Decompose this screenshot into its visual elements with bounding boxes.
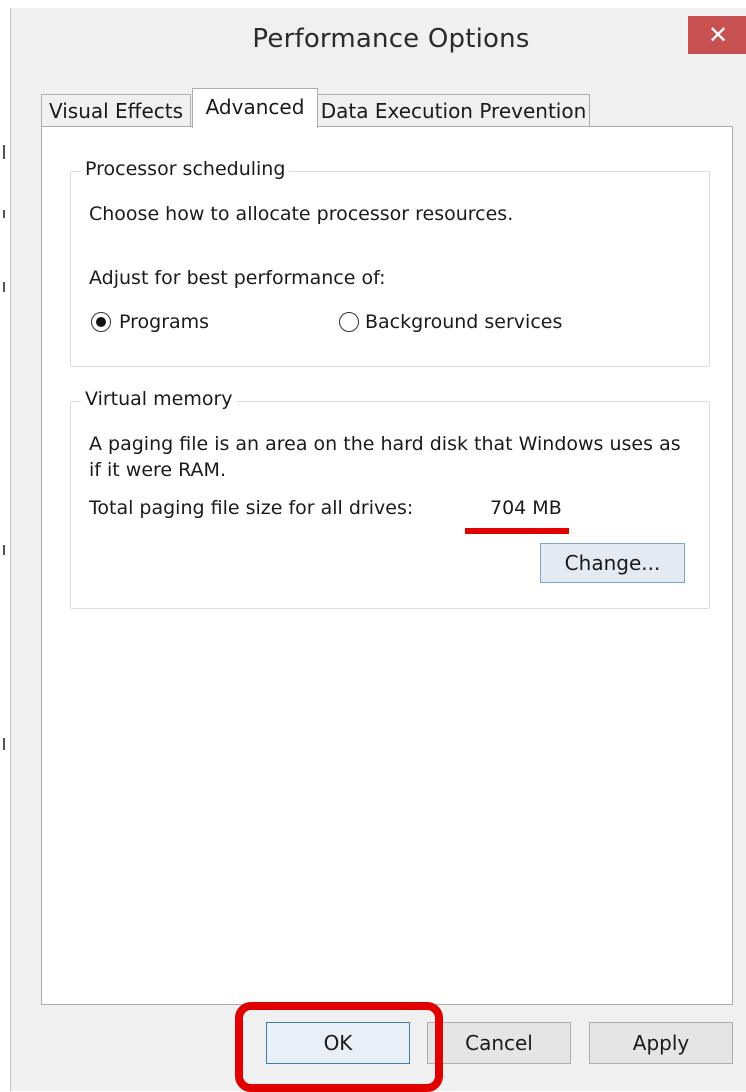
edge-mark (3, 210, 5, 218)
tab-label: Advanced (205, 95, 305, 119)
close-button[interactable]: ✕ (688, 16, 746, 54)
processor-scheduling-legend: Processor scheduling (81, 158, 290, 180)
performance-options-dialog: Performance Options ✕ Visual Effects Adv… (10, 8, 746, 1092)
title-bar[interactable]: Performance Options ✕ (11, 8, 746, 70)
edge-mark (3, 145, 5, 159)
radio-selected-dot (96, 317, 106, 327)
close-icon: ✕ (707, 21, 729, 49)
cancel-button[interactable]: Cancel (427, 1022, 571, 1064)
total-paging-size-label: Total paging file size for all drives: (89, 497, 414, 519)
radio-programs[interactable]: Programs (89, 309, 239, 335)
annotation-underline (465, 528, 569, 534)
tab-advanced[interactable]: Advanced (192, 88, 318, 128)
radio-programs-button[interactable] (91, 312, 111, 332)
edge-mark (3, 282, 5, 292)
annotation-highlight-box (235, 1002, 443, 1092)
apply-button[interactable]: Apply (589, 1022, 733, 1064)
apply-button-label: Apply (632, 1031, 690, 1055)
radio-background-services-button[interactable] (339, 312, 359, 332)
tab-label: Visual Effects (48, 99, 184, 123)
change-button-label: Change... (564, 551, 661, 575)
tab-visual-effects[interactable]: Visual Effects (41, 94, 191, 128)
cancel-button-label: Cancel (465, 1031, 533, 1055)
tab-data-execution-prevention[interactable]: Data Execution Prevention (317, 94, 590, 128)
processor-scheduling-description: Choose how to allocate processor resourc… (89, 203, 514, 225)
change-button[interactable]: Change... (540, 543, 685, 583)
advanced-tab-panel: Processor scheduling Choose how to alloc… (41, 126, 733, 1005)
virtual-memory-description-line1: A paging file is an area on the hard dis… (89, 433, 681, 455)
radio-background-services-label: Background services (365, 311, 563, 333)
virtual-memory-legend: Virtual memory (81, 388, 237, 410)
adjust-performance-label: Adjust for best performance of: (89, 267, 386, 289)
virtual-memory-description-line2: if it were RAM. (89, 459, 226, 481)
total-paging-size-value: 704 MB (490, 497, 562, 519)
edge-mark (3, 545, 5, 555)
processor-scheduling-group: Processor scheduling Choose how to alloc… (70, 158, 710, 367)
tab-label: Data Execution Prevention (320, 99, 587, 123)
radio-background-services[interactable]: Background services (337, 309, 577, 335)
window-title: Performance Options (252, 24, 530, 54)
edge-mark (3, 738, 5, 750)
radio-programs-label: Programs (119, 311, 210, 333)
virtual-memory-group: Virtual memory A paging file is an area … (70, 388, 710, 609)
